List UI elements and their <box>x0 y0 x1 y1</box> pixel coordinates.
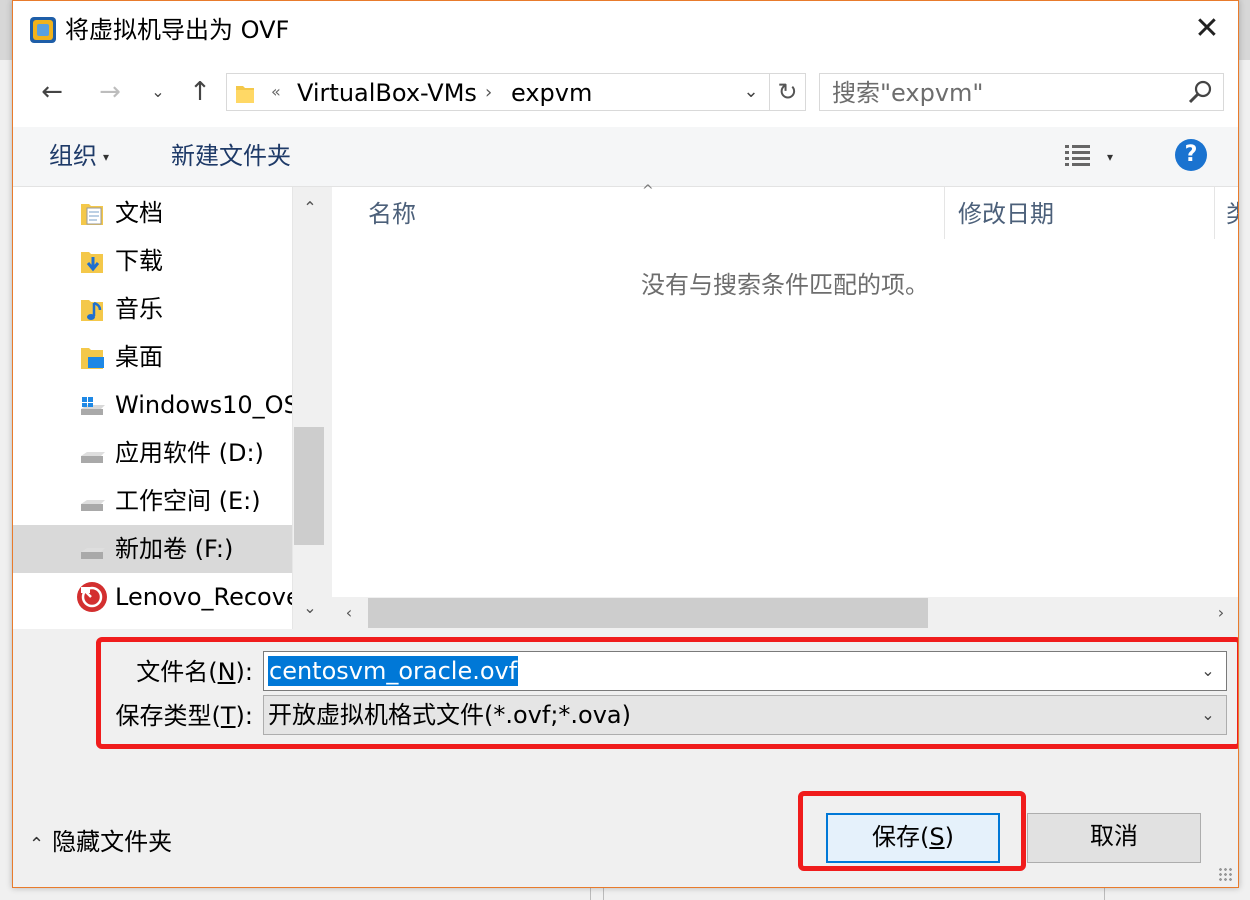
address-dropdown-icon[interactable]: ⌄ <box>737 74 765 110</box>
tree-item-music[interactable]: 音乐 <box>13 285 292 333</box>
background-window-bottom <box>0 886 1250 900</box>
drive-icon <box>81 500 105 511</box>
tree-item-drive-d[interactable]: 应用软件 (D:) <box>13 429 292 477</box>
column-header-modified[interactable]: 修改日期 <box>958 199 1054 229</box>
search-icon[interactable] <box>1187 79 1213 105</box>
title-bar: 将虚拟机导出为 OVF ✕ <box>13 1 1238 59</box>
tree-item-documents[interactable]: 文档 <box>13 189 292 237</box>
column-header-type[interactable]: 类 <box>1226 199 1238 229</box>
resize-grip-icon[interactable] <box>1218 867 1234 883</box>
recent-locations-button[interactable]: ⌄ <box>141 73 175 111</box>
organize-menu[interactable]: 组织 ▾ <box>49 141 109 172</box>
window-title: 将虚拟机导出为 OVF <box>65 16 290 44</box>
music-folder-icon <box>81 300 103 321</box>
tree-item-label: 文档 <box>115 199 163 227</box>
forward-button[interactable]: → <box>93 73 127 111</box>
tree-item-label: Windows10_OS <box>115 391 292 419</box>
close-button[interactable]: ✕ <box>1190 13 1224 47</box>
view-dropdown-icon[interactable]: ▾ <box>1107 143 1113 171</box>
help-icon[interactable]: ? <box>1175 139 1207 171</box>
recovery-drive-icon <box>77 582 107 612</box>
background-window-right <box>1238 60 1250 900</box>
tree-item-label: 下载 <box>115 247 163 275</box>
desktop-folder-icon <box>81 348 104 369</box>
scrollbar-thumb[interactable] <box>294 427 324 545</box>
file-list: ^ 名称 修改日期 类 没有与搜索条件匹配的项。 ‹ › <box>332 183 1238 629</box>
save-dialog: 将虚拟机导出为 OVF ✕ ← → ⌄ ↑ « VirtualBox-VMs ›… <box>12 0 1239 888</box>
tree-item-windows10-os[interactable]: Windows10_OS <box>13 381 292 429</box>
sort-indicator-icon: ^ <box>642 183 654 199</box>
chevron-up-icon: ⌃ <box>29 834 45 855</box>
tree-item-label: 新加卷 (F:) <box>115 535 234 563</box>
scroll-up-icon[interactable]: ⌃ <box>293 191 327 225</box>
tree-item-label: Lenovo_Recove <box>115 583 292 611</box>
windows-drive-icon <box>81 397 105 415</box>
empty-message: 没有与搜索条件匹配的项。 <box>641 271 929 299</box>
tree-item-label: 桌面 <box>115 343 163 371</box>
documents-folder-icon <box>81 204 103 225</box>
breadcrumb-expvm[interactable]: expvm <box>511 78 592 108</box>
address-overflow-icon[interactable]: « <box>271 78 281 106</box>
hide-folders-toggle[interactable]: ⌃ 隐藏文件夹 <box>29 827 172 860</box>
tree-item-drive-f[interactable]: 新加卷 (F:) <box>13 525 292 573</box>
back-button[interactable]: ← <box>35 73 69 111</box>
scroll-right-icon[interactable]: › <box>1204 597 1238 629</box>
refresh-button[interactable]: ↻ <box>769 74 805 110</box>
column-header-name[interactable]: 名称 <box>368 199 416 229</box>
column-divider[interactable] <box>1214 187 1215 239</box>
tree-item-drive-e[interactable]: 工作空间 (E:) <box>13 477 292 525</box>
tree-item-label: 工作空间 (E:) <box>115 487 261 515</box>
scroll-left-icon[interactable]: ‹ <box>332 597 366 629</box>
drive-icon <box>81 452 105 463</box>
navigation-pane: 文档 下载 音乐 桌面 Windows10_OS 应用软件 (D:) 工作空间 … <box>13 187 292 629</box>
breadcrumb-virtualbox-vms[interactable]: VirtualBox-VMs <box>297 78 477 108</box>
folder-icon <box>236 86 254 103</box>
address-bar[interactable]: « VirtualBox-VMs › expvm ⌄ ↻ <box>226 73 806 111</box>
drive-icon <box>81 548 105 559</box>
downloads-folder-icon <box>81 252 103 273</box>
up-button[interactable]: ↑ <box>183 73 217 111</box>
tree-item-downloads[interactable]: 下载 <box>13 237 292 285</box>
hide-folders-label: 隐藏文件夹 <box>52 828 173 856</box>
search-input[interactable]: 搜索"expvm" <box>819 73 1224 111</box>
tree-item-lenovo-recovery[interactable]: Lenovo_Recove <box>13 573 292 621</box>
navigation-bar: ← → ⌄ ↑ « VirtualBox-VMs › expvm ⌄ ↻ 搜索"… <box>13 59 1238 127</box>
view-options-icon[interactable] <box>1063 141 1093 171</box>
breadcrumb-separator-icon[interactable]: › <box>485 78 492 108</box>
scrollbar-thumb[interactable] <box>368 598 928 628</box>
caret-down-icon: ▾ <box>103 150 110 164</box>
tree-item-label: 应用软件 (D:) <box>115 439 264 467</box>
search-placeholder: 搜索"expvm" <box>832 79 984 107</box>
tree-item-desktop[interactable]: 桌面 <box>13 333 292 381</box>
command-bar: 组织 ▾ 新建文件夹 ▾ ? <box>13 127 1238 187</box>
navigation-pane-scrollbar[interactable]: ⌃ ⌄ <box>292 187 326 629</box>
file-list-horizontal-scrollbar[interactable]: ‹ › <box>332 597 1238 629</box>
cancel-button[interactable]: 取消 <box>1027 813 1201 863</box>
organize-label: 组织 <box>49 142 97 170</box>
column-divider[interactable] <box>944 187 945 239</box>
scroll-down-icon[interactable]: ⌄ <box>293 591 327 625</box>
tree-item-label: 音乐 <box>115 295 163 323</box>
highlight-box-filename <box>96 637 1238 749</box>
new-folder-button[interactable]: 新建文件夹 <box>171 141 291 171</box>
save-button[interactable]: 保存(S) <box>826 813 1000 863</box>
virtualbox-icon <box>30 17 56 43</box>
